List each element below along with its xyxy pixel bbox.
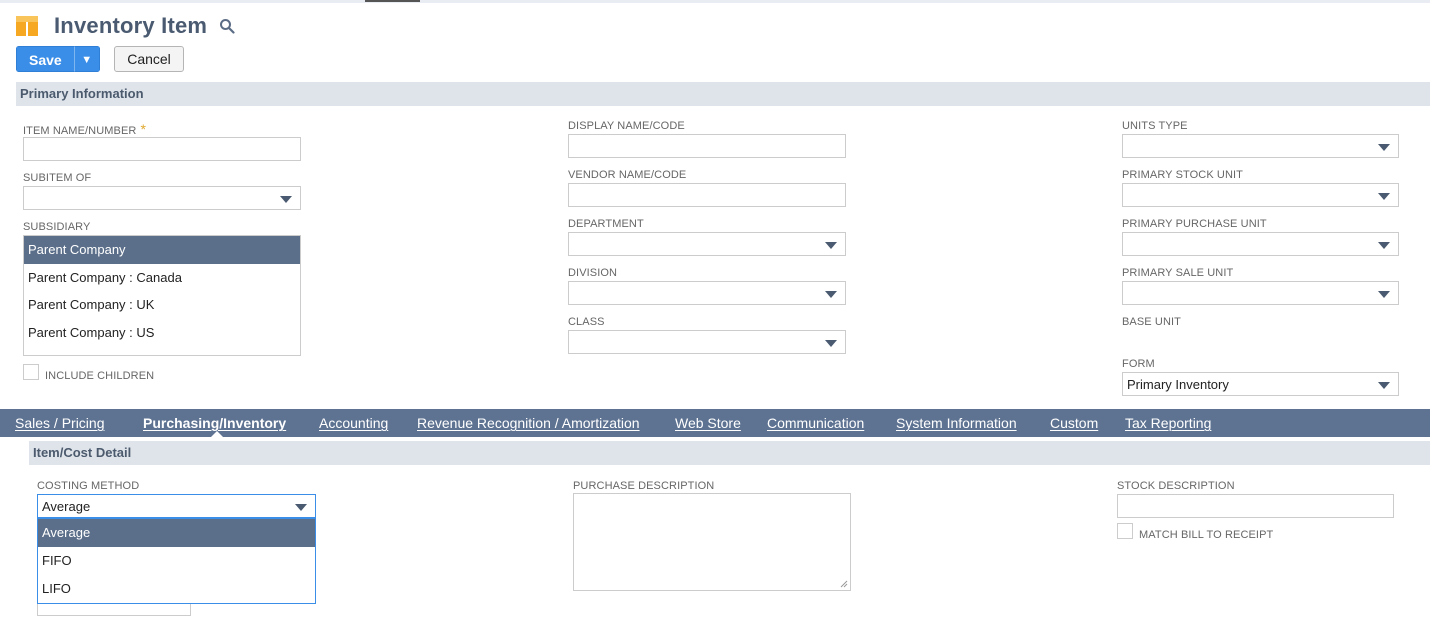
base-unit-label: BASE UNIT: [1122, 316, 1181, 328]
costing-option-average[interactable]: Average: [38, 519, 315, 547]
subsidiary-option-uk[interactable]: Parent Company : UK: [24, 291, 300, 319]
cancel-button[interactable]: Cancel: [114, 46, 184, 72]
chevron-down-icon: [825, 291, 837, 298]
primary-purchase-unit-select[interactable]: [1122, 232, 1399, 256]
subsidiary-option-canada[interactable]: Parent Company : Canada: [24, 264, 300, 292]
subitem-of-label: SUBITEM OF: [23, 172, 92, 184]
units-type-select[interactable]: [1122, 134, 1399, 158]
save-button[interactable]: Save: [16, 46, 74, 72]
costing-method-dropdown[interactable]: Average FIFO LIFO: [37, 518, 316, 604]
chevron-down-icon: [1378, 382, 1390, 389]
vendor-name-input[interactable]: [568, 183, 846, 207]
chevron-down-icon: [825, 242, 837, 249]
item-name-label: ITEM NAME/NUMBER *: [23, 121, 146, 137]
top-border-accent: [365, 0, 420, 2]
display-name-label: DISPLAY NAME/CODE: [568, 120, 685, 132]
form-label: FORM: [1122, 358, 1155, 370]
match-bill-checkbox[interactable]: [1117, 523, 1133, 539]
purchase-description-label: PURCHASE DESCRIPTION: [573, 480, 715, 492]
subsidiary-option-parent-company[interactable]: Parent Company: [24, 236, 300, 264]
inventory-item-icon: [16, 16, 38, 36]
match-bill-label: MATCH BILL TO RECEIPT: [1139, 529, 1274, 541]
required-marker: *: [140, 121, 146, 137]
tab-communication[interactable]: Communication: [767, 409, 864, 437]
search-icon[interactable]: [219, 18, 235, 34]
resize-handle-icon[interactable]: [840, 580, 848, 588]
stock-description-input[interactable]: [1117, 494, 1394, 518]
tab-sales-pricing[interactable]: Sales / Pricing: [15, 409, 104, 437]
form-select[interactable]: Primary Inventory: [1122, 372, 1399, 396]
chevron-down-icon: [825, 340, 837, 347]
page-header: Inventory Item: [16, 12, 235, 40]
division-label: DIVISION: [568, 267, 618, 279]
chevron-down-icon: [295, 504, 307, 511]
tab-tax-reporting[interactable]: Tax Reporting: [1125, 409, 1211, 437]
item-name-input[interactable]: [23, 137, 301, 161]
tab-revenue-recognition[interactable]: Revenue Recognition / Amortization: [417, 409, 640, 437]
class-label: CLASS: [568, 316, 605, 328]
save-button-group: Save ▼: [16, 46, 100, 72]
department-select[interactable]: [568, 232, 846, 256]
top-border: [0, 0, 1430, 3]
primary-purchase-unit-label: PRIMARY PURCHASE UNIT: [1122, 218, 1267, 230]
costing-method-label: COSTING METHOD: [37, 480, 140, 492]
primary-information-header: Primary Information: [16, 82, 1430, 106]
display-name-input[interactable]: [568, 134, 846, 158]
chevron-down-icon: [280, 196, 292, 203]
page-title: Inventory Item: [54, 13, 208, 38]
primary-stock-unit-label: PRIMARY STOCK UNIT: [1122, 169, 1243, 181]
costing-option-lifo[interactable]: LIFO: [38, 575, 315, 603]
subitem-of-select[interactable]: [23, 186, 301, 210]
subsidiary-listbox[interactable]: Parent Company Parent Company : Canada P…: [23, 235, 301, 356]
subsidiary-option-us[interactable]: Parent Company : US: [24, 319, 300, 347]
purchase-description-textarea[interactable]: [573, 493, 851, 591]
primary-sale-unit-select[interactable]: [1122, 281, 1399, 305]
save-menu-dropdown-icon[interactable]: ▼: [73, 46, 100, 72]
item-cost-detail-header: Item/Cost Detail: [29, 441, 1430, 465]
department-label: DEPARTMENT: [568, 218, 644, 230]
tab-custom[interactable]: Custom: [1050, 409, 1098, 437]
class-select[interactable]: [568, 330, 846, 354]
chevron-down-icon: [1378, 242, 1390, 249]
active-tab-pointer: [211, 431, 223, 437]
chevron-down-icon: [1378, 291, 1390, 298]
costing-option-fifo[interactable]: FIFO: [38, 547, 315, 575]
units-type-label: UNITS TYPE: [1122, 120, 1188, 132]
vendor-name-label: VENDOR NAME/CODE: [568, 169, 687, 181]
division-select[interactable]: [568, 281, 846, 305]
include-children-label: INCLUDE CHILDREN: [45, 370, 155, 382]
primary-sale-unit-label: PRIMARY SALE UNIT: [1122, 267, 1234, 279]
primary-stock-unit-select[interactable]: [1122, 183, 1399, 207]
tab-web-store[interactable]: Web Store: [675, 409, 741, 437]
chevron-down-icon: [1378, 193, 1390, 200]
stock-description-label: STOCK DESCRIPTION: [1117, 480, 1235, 492]
include-children-checkbox[interactable]: [23, 364, 39, 380]
tab-accounting[interactable]: Accounting: [319, 409, 388, 437]
costing-method-select[interactable]: Average: [37, 494, 316, 518]
subsidiary-label: SUBSIDIARY: [23, 221, 91, 233]
tab-system-information[interactable]: System Information: [896, 409, 1017, 437]
chevron-down-icon: [1378, 144, 1390, 151]
